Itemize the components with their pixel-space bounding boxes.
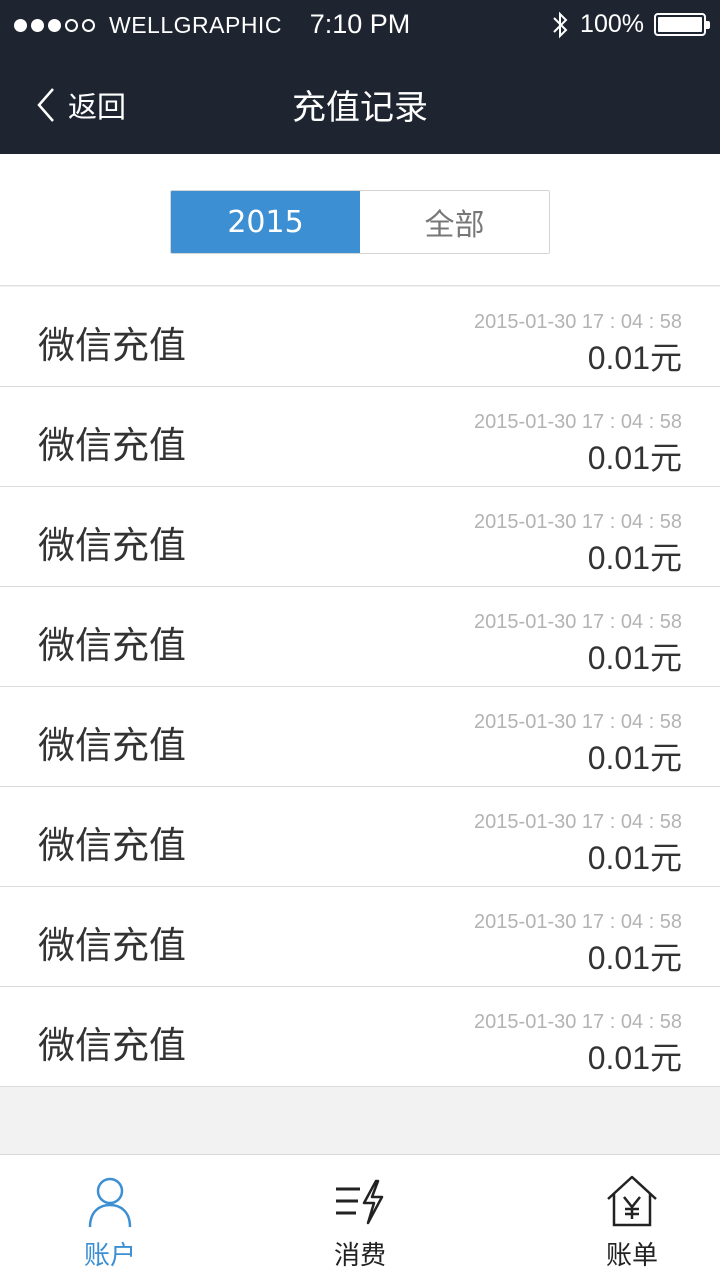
bill-house-icon [607, 1175, 657, 1227]
battery-percent: 100% [580, 10, 644, 38]
record-type: 微信充值 [38, 824, 186, 867]
status-right: 100% [552, 10, 710, 39]
consume-icon [336, 1179, 384, 1225]
record-amount: 0.01元 [587, 539, 682, 577]
record-type: 微信充值 [38, 424, 186, 467]
record-time: 2015-01-30 17 : 04 : 58 [474, 1011, 682, 1033]
record-time: 2015-01-30 17 : 04 : 58 [474, 711, 682, 733]
record-amount: 0.01元 [587, 939, 682, 977]
tab-label: 消费 [333, 1241, 386, 1271]
record-time: 2015-01-30 17 : 04 : 58 [474, 311, 682, 333]
list-item[interactable]: 微信充值 2015-01-30 17 : 04 : 58 0.01元 [0, 987, 720, 1087]
record-type: 微信充值 [38, 524, 186, 567]
status-bar: WELLGRAPHIC 7:10 PM 100% [0, 0, 720, 50]
record-amount: 0.01元 [587, 1039, 682, 1077]
record-type: 微信充值 [38, 324, 186, 367]
tab-bar: 账户 消费 账单 [0, 1154, 720, 1280]
record-amount: 0.01元 [587, 439, 682, 477]
list-item[interactable]: 微信充值 2015-01-30 17 : 04 : 58 0.01元 [0, 387, 720, 487]
record-amount: 0.01元 [587, 739, 682, 777]
record-amount: 0.01元 [587, 639, 682, 677]
nav-bar: 返回 充值记录 [0, 50, 720, 154]
record-time: 2015-01-30 17 : 04 : 58 [474, 911, 682, 933]
tab-account[interactable]: 账户 [50, 1155, 170, 1280]
record-time: 2015-01-30 17 : 04 : 58 [474, 611, 682, 633]
battery-icon [654, 13, 710, 36]
filter-area: 2015 全部 [0, 154, 720, 286]
record-type: 微信充值 [38, 1024, 186, 1067]
list-item[interactable]: 微信充值 2015-01-30 17 : 04 : 58 0.01元 [0, 487, 720, 587]
record-type: 微信充值 [38, 924, 186, 967]
tab-label: 账单 [605, 1241, 658, 1271]
record-type: 微信充值 [38, 724, 186, 767]
record-amount: 0.01元 [587, 339, 682, 377]
year-segmented-control: 2015 全部 [170, 190, 550, 254]
record-type: 微信充值 [38, 624, 186, 667]
list-item[interactable]: 微信充值 2015-01-30 17 : 04 : 58 0.01元 [0, 287, 720, 387]
tab-consume[interactable]: 消费 [300, 1155, 420, 1280]
person-icon [88, 1177, 132, 1228]
tab-label: 账户 [83, 1241, 136, 1271]
list-item[interactable]: 微信充值 2015-01-30 17 : 04 : 58 0.01元 [0, 687, 720, 787]
record-time: 2015-01-30 17 : 04 : 58 [474, 411, 682, 433]
bluetooth-icon [553, 11, 568, 38]
tab-bill[interactable]: 账单 [572, 1155, 692, 1280]
list-item[interactable]: 微信充值 2015-01-30 17 : 04 : 58 0.01元 [0, 887, 720, 987]
list-item[interactable]: 微信充值 2015-01-30 17 : 04 : 58 0.01元 [0, 787, 720, 887]
record-amount: 0.01元 [587, 839, 682, 877]
record-time: 2015-01-30 17 : 04 : 58 [474, 511, 682, 533]
record-list: 微信充值 2015-01-30 17 : 04 : 58 0.01元 微信充值 … [0, 287, 720, 1087]
page-title: 充值记录 [292, 88, 428, 128]
segment-2015[interactable]: 2015 [171, 191, 360, 253]
list-item[interactable]: 微信充值 2015-01-30 17 : 04 : 58 0.01元 [0, 587, 720, 687]
segment-all[interactable]: 全部 [360, 191, 549, 253]
record-time: 2015-01-30 17 : 04 : 58 [474, 811, 682, 833]
